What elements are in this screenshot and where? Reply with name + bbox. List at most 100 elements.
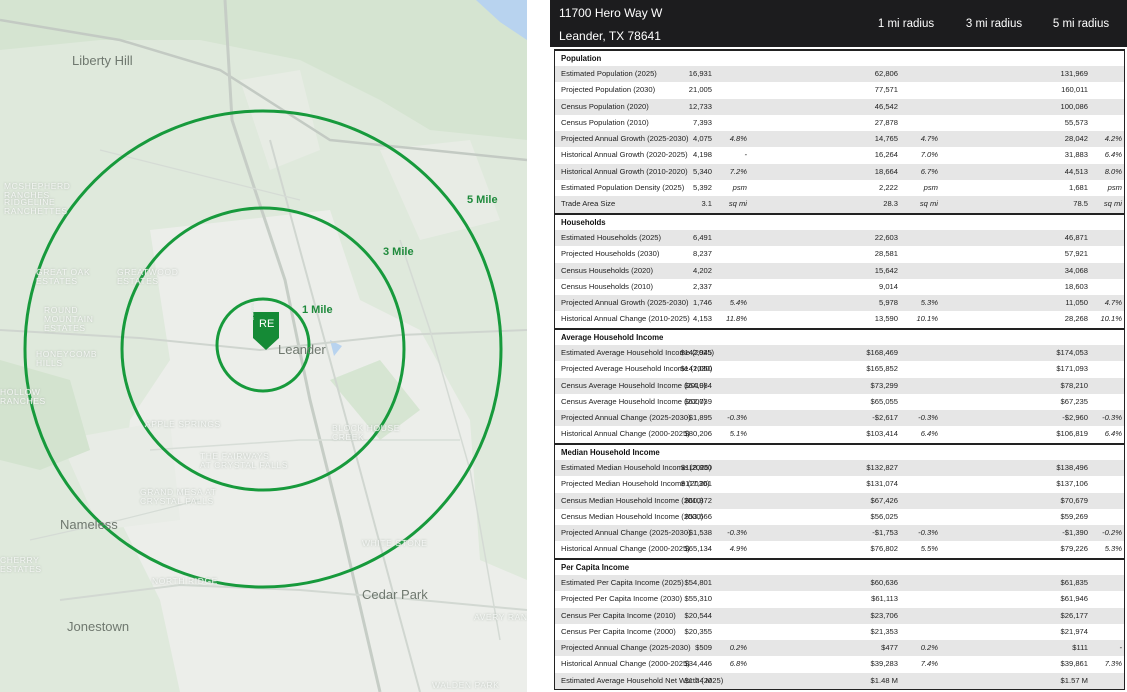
- value-1mi: $20,355: [684, 626, 712, 636]
- value-1mi: 1,746: [692, 298, 712, 308]
- value-3mi: $76,802: [870, 544, 898, 554]
- value-5mi: $171,093: [1056, 364, 1088, 374]
- row-label: Projected Per Capita Income (2030): [561, 594, 683, 604]
- pct-5mi: sq mi: [1103, 199, 1122, 209]
- pct-1mi: 4.8%: [729, 134, 747, 144]
- value-5mi: $174,053: [1056, 348, 1088, 357]
- value-1mi: 16,931: [688, 69, 712, 78]
- table-row: Historical Annual Change (2010-2025) 4,15…: [555, 311, 1124, 327]
- value-3mi: 5,978: [878, 298, 898, 308]
- value-3mi: -$1,753: [872, 528, 898, 538]
- value-5mi: 78.5: [1073, 199, 1088, 209]
- value-1mi: 5,340: [692, 166, 712, 176]
- pct-1mi: -0.3%: [727, 528, 747, 538]
- pct-5mi: 4.2%: [1104, 134, 1122, 144]
- row-label: Historical Annual Change (2000-2025): [561, 659, 690, 669]
- value-3mi: 62,806: [874, 69, 898, 78]
- address-line-1: 11700 Hero Way W: [559, 6, 663, 20]
- pct-5mi: -: [1119, 643, 1122, 653]
- row-label: Census Households (2010): [561, 281, 654, 291]
- table-row: Historical Annual Change (2000-2025) $34,…: [555, 656, 1124, 672]
- row-label: Census Median Household Income (2010): [561, 495, 704, 505]
- pct-3mi: 10.1%: [916, 314, 938, 324]
- value-1mi: -$1,538: [686, 528, 712, 538]
- table-row: Estimated Average Household Net Worth (2…: [555, 672, 1124, 690]
- place-jonestown: Jonestown: [67, 619, 130, 634]
- table-row: Historical Annual Change (2000-2025) $80,…: [555, 426, 1124, 442]
- value-1mi: $60,872: [684, 495, 712, 505]
- row-label: Projected Annual Growth (2025-2030): [561, 134, 689, 144]
- value-1mi: 4,202: [692, 265, 712, 275]
- row-label: Census Median Household Income (2000): [561, 511, 704, 521]
- pct-1mi: psm: [732, 183, 747, 193]
- table-row: Projected Population (2030) 21,005 77,571 1…: [555, 82, 1124, 98]
- table-row: Estimated Population (2025) 16,931 62,806 1…: [555, 66, 1124, 83]
- pct-3mi: -0.3%: [918, 528, 938, 538]
- pct-5mi: 6.4%: [1104, 429, 1122, 439]
- place-fairways: THE FAIRWAYS AT CRYSTAL FALLS: [200, 451, 289, 470]
- value-1mi: $64,984: [684, 380, 712, 390]
- value-5mi: $106,819: [1056, 429, 1088, 439]
- value-1mi: 7,393: [692, 117, 712, 127]
- table-row: Projected Annual Growth (2025-2030) 1,746…: [555, 295, 1124, 312]
- pct-3mi: 0.2%: [920, 643, 938, 653]
- value-3mi: -$2,617: [872, 413, 898, 423]
- place-walden: WALDEN PARK: [432, 680, 500, 690]
- value-5mi: 46,871: [1064, 233, 1088, 242]
- table-row: Census Average Household Income (2010) $6…: [555, 377, 1124, 394]
- pct-3mi: sq mi: [919, 199, 938, 209]
- pct-1mi: -: [744, 150, 747, 160]
- value-5mi: 28,268: [1064, 314, 1088, 324]
- value-5mi: $1.57 M: [1060, 675, 1088, 685]
- table-row: Projected Annual Growth (2025-2030) 4,075…: [555, 131, 1124, 148]
- pct-1mi: sq mi: [728, 199, 747, 209]
- pct-5mi: 8.0%: [1104, 166, 1122, 176]
- section-per-capita-income: Per Capita Income Estimated Per Capita In…: [554, 558, 1125, 691]
- value-3mi: $23,706: [870, 610, 898, 620]
- row-label: Estimated Population Density (2025): [561, 183, 685, 193]
- row-label: Estimated Population (2025): [561, 69, 657, 78]
- row-label: Projected Households (2030): [561, 249, 660, 259]
- pin-logo-side-text: BROKERS: [251, 302, 255, 320]
- place-white-stone: WHITE STONE: [362, 538, 428, 548]
- value-3mi: $73,299: [870, 380, 898, 390]
- col-header-1mi: 1 mi radius: [877, 18, 935, 30]
- place-apple-springs: APPLE SPRINGS: [145, 419, 221, 429]
- pct-5mi: 4.7%: [1104, 298, 1122, 308]
- pct-3mi: -0.3%: [918, 413, 938, 423]
- value-1mi: -$1,895: [686, 413, 712, 423]
- place-block-house: BLOCK HOUSE CREEK: [332, 423, 401, 442]
- table-row: Census Per Capita Income (2000) $20,355 $2…: [555, 624, 1124, 640]
- demographics-table: 11700 Hero Way W Leander, TX 78641 1 mi …: [550, 0, 1127, 692]
- address-line-2: Leander, TX 78641: [559, 29, 661, 43]
- pin-logo-letters: RE: [259, 318, 275, 330]
- value-5mi: $79,226: [1060, 544, 1088, 554]
- row-label: Historical Annual Growth (2010-2020): [561, 166, 688, 176]
- value-3mi: $39,283: [870, 659, 898, 669]
- value-5mi: $78,210: [1060, 380, 1088, 390]
- value-3mi: 16,264: [874, 150, 898, 160]
- value-5mi: $39,861: [1060, 659, 1088, 669]
- pct-1mi: 11.8%: [726, 314, 747, 324]
- value-3mi: 2,222: [878, 183, 898, 193]
- trade-area-map[interactable]: Liberty Hill MCSHEPHERD RANCHES RIDGELIN…: [0, 0, 527, 692]
- table-row: Projected Annual Change (2025-2030) -$1,8…: [555, 410, 1124, 427]
- table-row: Projected Annual Change (2025-2030) $509 0…: [555, 640, 1124, 657]
- place-nameless: Nameless: [60, 517, 118, 532]
- pct-5mi: -0.3%: [1102, 413, 1122, 423]
- row-label: Census Per Capita Income (2000): [561, 626, 676, 636]
- value-5mi: 1,681: [1068, 183, 1088, 193]
- property-pin-icon[interactable]: RE BROKERS: [251, 303, 279, 350]
- table-row: Projected Average Household Income (2030…: [555, 361, 1124, 377]
- value-3mi: 13,590: [874, 314, 898, 324]
- value-3mi: $67,426: [870, 495, 898, 505]
- table-row: Projected Median Household Income (2030)…: [555, 476, 1124, 492]
- value-5mi: -$2,960: [1062, 413, 1088, 423]
- place-leander: Leander: [278, 342, 326, 357]
- value-3mi: 28,581: [874, 249, 898, 259]
- row-label: Projected Annual Change (2025-2030): [561, 643, 691, 653]
- row-label: Projected Annual Change (2025-2030): [561, 528, 691, 538]
- table-row: Estimated Households (2025) 6,491 22,603 46…: [555, 230, 1124, 247]
- value-3mi: 18,664: [874, 166, 898, 176]
- value-1mi: 4,153: [692, 314, 712, 324]
